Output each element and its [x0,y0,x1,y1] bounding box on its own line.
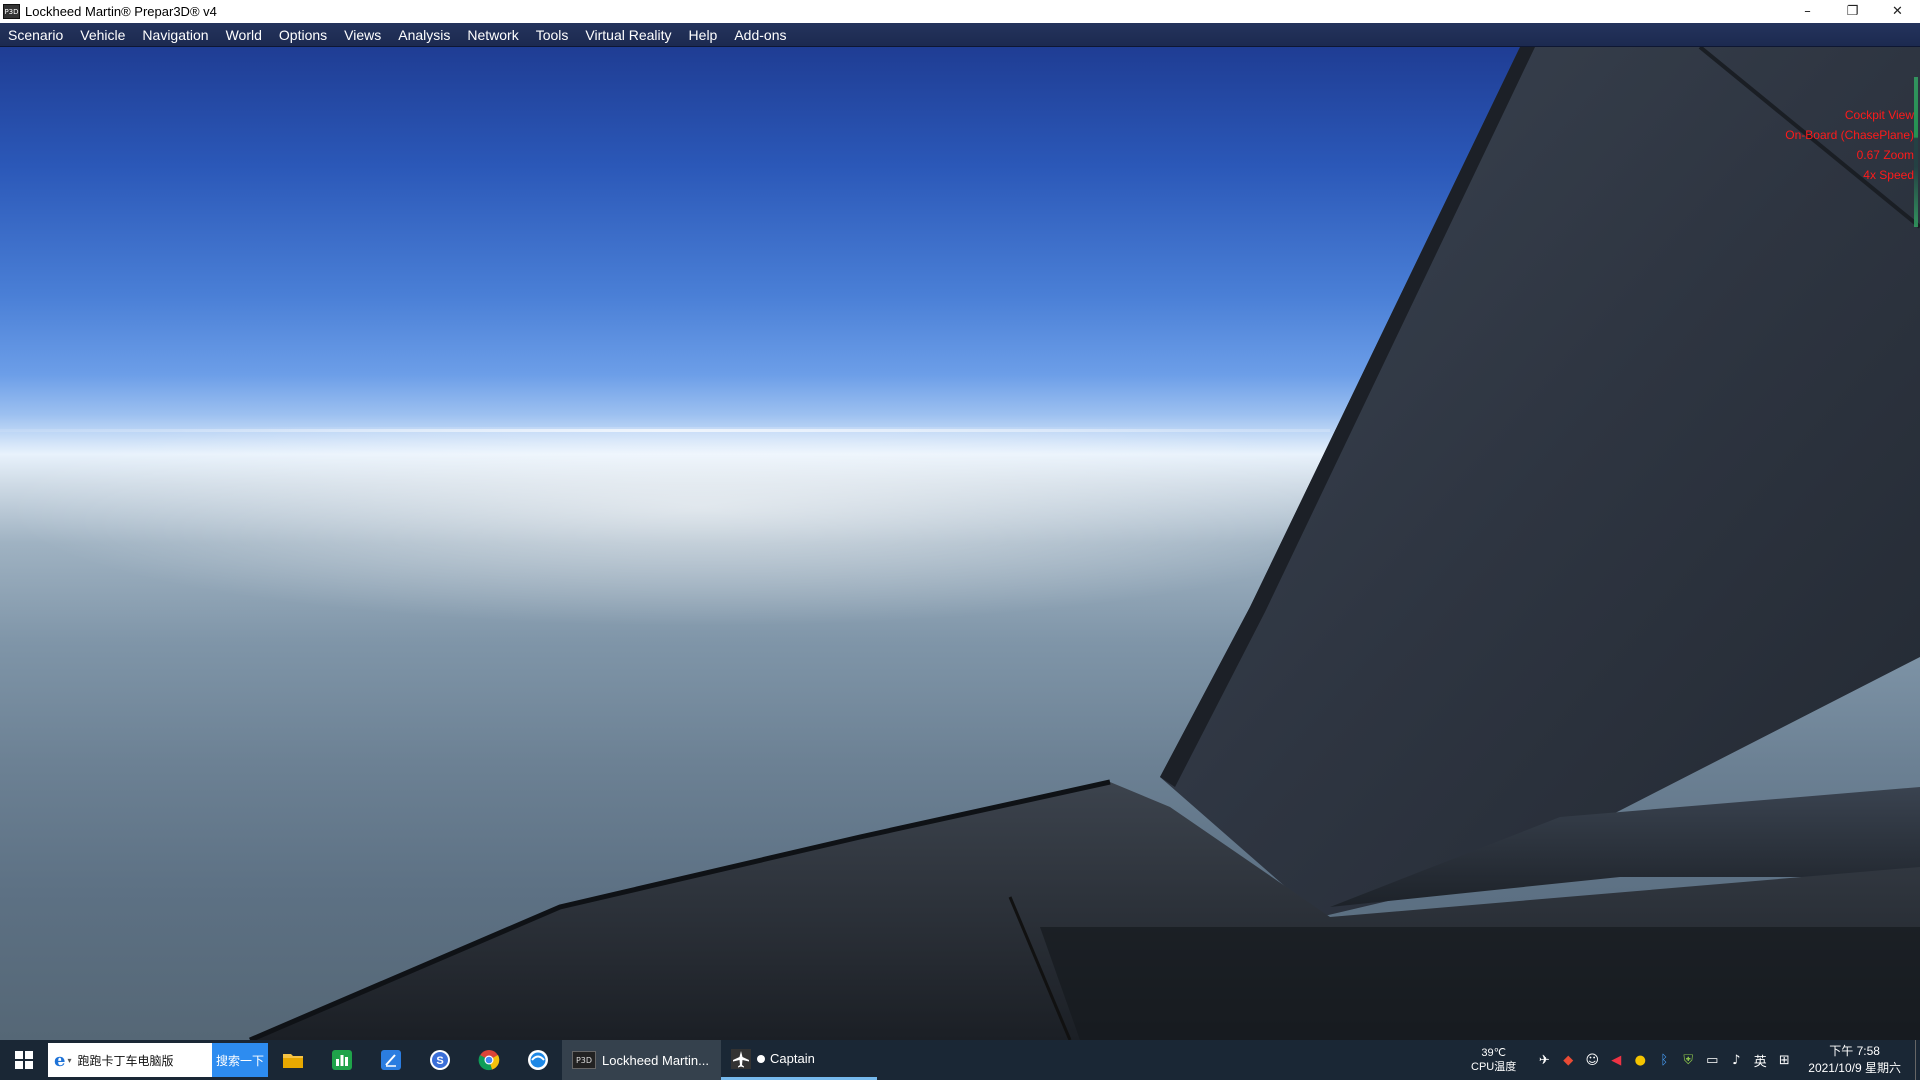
menu-navigation[interactable]: Navigation [134,23,217,47]
cpu-temp-widget[interactable]: 39℃ CPU温度 [1471,1046,1516,1074]
tray-red-app-icon[interactable]: ◆ [1556,1040,1580,1080]
simulator-viewport[interactable]: Cockpit View On-Board (ChasePlane) 0.67 … [0,47,1920,1040]
cpu-temp-label: CPU温度 [1471,1061,1517,1073]
ie-icon: e [54,1049,66,1071]
tray-mute-icon[interactable]: ◀ [1604,1040,1628,1080]
tray-keyboard-icon[interactable]: ⊞ [1772,1040,1796,1080]
p3d-app-icon: P3D [3,4,20,19]
menu-scenario[interactable]: Scenario [0,23,72,47]
tail-panel [1040,927,1920,1040]
ime-indicator[interactable]: 英 [1748,1040,1772,1080]
system-tray: 39℃ CPU温度 ✈ ◆ ☺ ◀ ● ᛒ ⛨ ▭ ♪ 英 ⊞ 下午 7:58 … [1471,1040,1920,1080]
sogou-icon[interactable]: S [415,1040,464,1080]
show-desktop-button[interactable] [1915,1040,1920,1080]
tray-yellow-app-icon[interactable]: ● [1628,1040,1652,1080]
menu-tools[interactable]: Tools [528,23,578,47]
tray-shield-icon[interactable]: ⛨ [1676,1040,1700,1080]
menu-views[interactable]: Views [336,23,390,47]
taskbar-app-captain[interactable]: Captain [721,1040,877,1080]
window-titlebar: P3D Lockheed Martin® Prepar3D® v4 – ❐ ✕ [0,0,1920,23]
menu-analysis[interactable]: Analysis [390,23,459,47]
tray-volume-icon[interactable]: ♪ [1724,1040,1748,1080]
menu-virtual-reality[interactable]: Virtual Reality [577,23,680,47]
hud-overlay: Cockpit View On-Board (ChasePlane) 0.67 … [1785,105,1914,185]
clock-time: 下午 7:58 [1829,1044,1880,1058]
menu-help[interactable]: Help [681,23,727,47]
hud-camera-label: On-Board (ChasePlane) [1785,128,1914,142]
tray-network-icon[interactable]: ▭ [1700,1040,1724,1080]
tray-airplane-icon[interactable]: ✈ [1532,1040,1556,1080]
restore-button[interactable]: ❐ [1830,0,1875,23]
menu-bar: Scenario Vehicle Navigation World Option… [0,23,1920,47]
search-input[interactable]: 跑跑卡丁车电脑版 [77,1052,173,1069]
taskbar-app-captain-label: Captain [770,1051,815,1066]
status-dot-icon [757,1054,765,1063]
close-button[interactable]: ✕ [1875,0,1920,23]
start-button[interactable] [0,1040,48,1080]
spreadsheet-icon[interactable] [317,1040,366,1080]
window-controls: – ❐ ✕ [1785,0,1920,23]
svg-text:S: S [436,1055,443,1067]
taskbar-search[interactable]: e ▾ 跑跑卡丁车电脑版 [48,1043,212,1077]
dropdown-icon[interactable]: ▾ [67,1056,71,1065]
browser-icon[interactable] [513,1040,562,1080]
minimize-button[interactable]: – [1785,0,1830,23]
taskbar-app-prepar3d-label: Lockheed Martin... [602,1052,709,1068]
hud-scale-bar [1914,77,1918,227]
aircraft-tail-view [249,47,1920,1040]
file-explorer-icon[interactable] [268,1040,317,1080]
hud-view-label: Cockpit View [1844,108,1914,122]
hud-speed-label: 4x Speed [1863,168,1914,182]
menu-network[interactable]: Network [459,23,527,47]
taskbar-clock[interactable]: 下午 7:58 2021/10/9 星期六 [1808,1043,1901,1077]
p3d-icon: P3D [572,1051,596,1069]
chrome-icon[interactable] [464,1040,513,1080]
tray-qq-icon[interactable]: ☺ [1580,1040,1604,1080]
menu-add-ons[interactable]: Add-ons [726,23,795,47]
search-button[interactable]: 搜索一下 [212,1043,268,1077]
cpu-temp-value: 39℃ [1481,1047,1506,1059]
clock-date: 2021/10/9 星期六 [1808,1061,1901,1075]
hud-zoom-label: 0.67 Zoom [1856,148,1914,162]
menu-vehicle[interactable]: Vehicle [72,23,134,47]
taskbar: e ▾ 跑跑卡丁车电脑版 搜索一下 S P3D Lockheed Martin.… [0,1040,1920,1080]
menu-world[interactable]: World [218,23,271,47]
window-title: Lockheed Martin® Prepar3D® v4 [25,4,217,19]
tray-bluetooth-icon[interactable]: ᛒ [1652,1040,1676,1080]
taskbar-app-prepar3d[interactable]: P3D Lockheed Martin... [562,1040,721,1080]
windows-logo-icon [15,1051,33,1069]
airplane-icon [731,1048,751,1069]
editor-icon[interactable] [366,1040,415,1080]
menu-options[interactable]: Options [271,23,336,47]
